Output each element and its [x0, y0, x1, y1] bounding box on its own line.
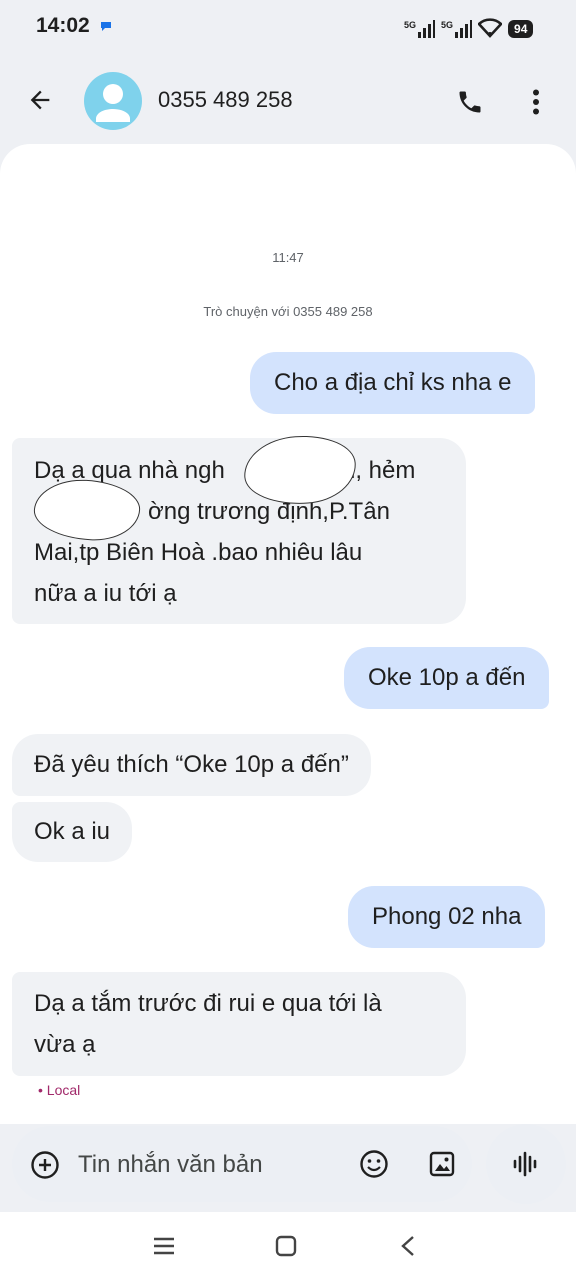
battery-indicator: 94: [508, 20, 534, 38]
message-bubble-incoming[interactable]: Dạ a tắm trước đi rui e qua tới là vừa ạ: [12, 972, 466, 1076]
wifi-icon: [478, 18, 503, 38]
signal-5g-icon: 5G: [404, 20, 436, 38]
home-button[interactable]: [264, 1224, 308, 1268]
message-input[interactable]: [78, 1146, 338, 1184]
message-bubble-outgoing[interactable]: Oke 10p a đến: [344, 647, 550, 709]
signal-5g-icon-2: 5G: [441, 20, 473, 38]
more-vert-icon: [533, 89, 539, 115]
voice-icon: [513, 1151, 537, 1177]
emoji-button[interactable]: [356, 1146, 392, 1182]
image-icon: [429, 1151, 455, 1177]
gallery-button[interactable]: [424, 1146, 460, 1182]
message-line: vừa ạ: [34, 1031, 96, 1058]
avatar[interactable]: [84, 72, 142, 130]
call-button[interactable]: [452, 84, 488, 120]
message-bubble-incoming[interactable]: Đã yêu thích “Oke 10p a đến”: [12, 734, 371, 796]
contact-name[interactable]: 0355 489 258: [158, 87, 293, 113]
conversation-info: Trò chuyện với 0355 489 258: [203, 304, 373, 319]
person-icon: [96, 84, 130, 122]
add-icon: [31, 1151, 59, 1179]
message-bubble-incoming[interactable]: Ok a iu: [12, 802, 133, 862]
status-time: 14:02: [36, 14, 90, 37]
message-notification-icon: [101, 22, 111, 31]
recent-apps-button[interactable]: [142, 1224, 186, 1268]
emoji-icon: [360, 1150, 388, 1178]
back-button[interactable]: [22, 82, 58, 118]
message-line: nữa a iu tới ạ: [34, 580, 177, 607]
voice-message-button[interactable]: [486, 1124, 566, 1204]
message-status-label: • Local: [38, 1082, 81, 1098]
nav-back-button[interactable]: [386, 1224, 430, 1268]
conversation-time: 11:47: [272, 250, 304, 265]
more-options-button[interactable]: [520, 84, 552, 120]
menu-icon: [154, 1237, 174, 1255]
home-icon: [275, 1235, 297, 1257]
arrow-back-icon: [30, 90, 50, 110]
back-icon: [401, 1236, 414, 1256]
phone-icon: [459, 91, 481, 113]
message-line: Dạ a tắm trước đi rui e qua tới là: [34, 990, 382, 1017]
message-bubble-outgoing[interactable]: Phong 02 nha: [348, 886, 546, 948]
status-icons: 5G 5G 94: [404, 14, 534, 38]
add-attachment-button[interactable]: [28, 1148, 62, 1182]
message-bubble-outgoing[interactable]: Cho a địa chỉ ks nha e: [250, 352, 536, 414]
